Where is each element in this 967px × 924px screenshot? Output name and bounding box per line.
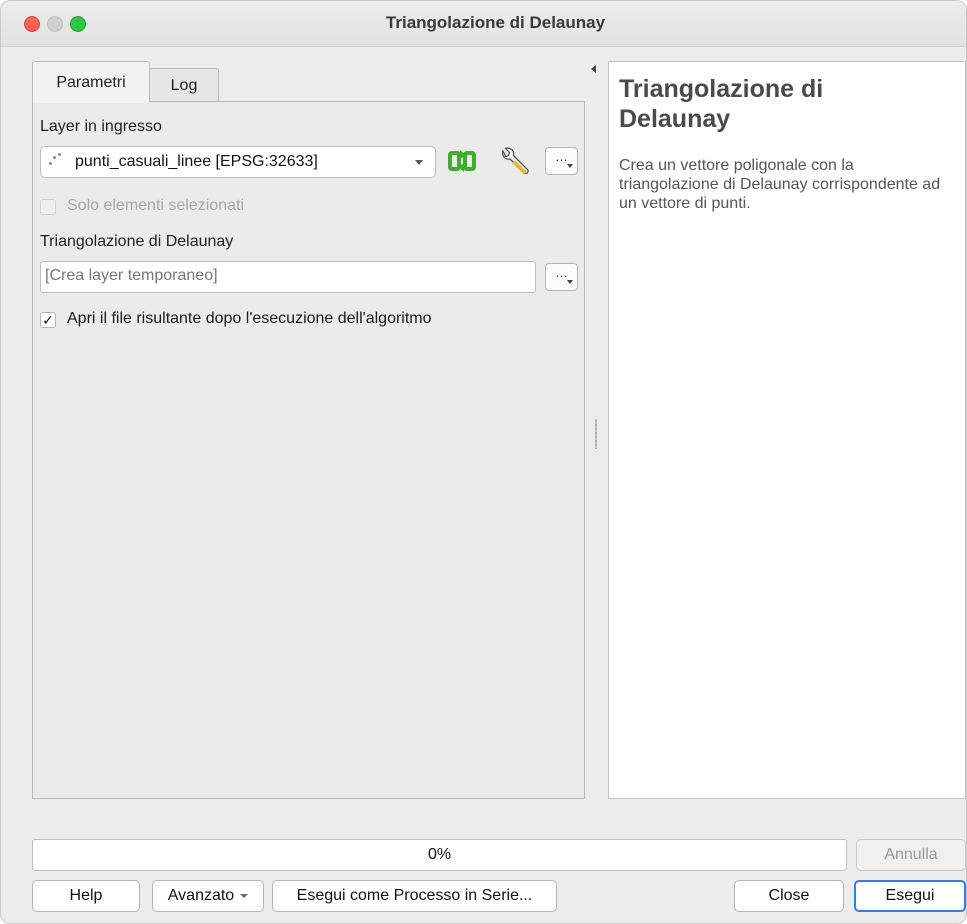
window-title: Triangolazione di Delaunay bbox=[385, 13, 606, 32]
selected-only-label: Solo elementi selezionati bbox=[67, 197, 244, 214]
progress-text: 0% bbox=[427, 846, 452, 863]
checkmark-icon: ✓ bbox=[42, 312, 54, 328]
input-layer-value: punti_casuali_linee [EPSG:32633] bbox=[75, 153, 318, 170]
batch-process-button[interactable]: Esegui come Processo in Serie... bbox=[272, 880, 557, 912]
annulla-button[interactable]: Annulla bbox=[856, 839, 966, 871]
panel-splitter-handle[interactable] bbox=[595, 419, 597, 449]
input-layer-browse-button[interactable]: … bbox=[545, 147, 578, 175]
tab-log-label: Log bbox=[170, 76, 198, 94]
output-browse-button[interactable]: … bbox=[545, 263, 578, 291]
dialog-window: Triangolazione di Delaunay Parametri Log… bbox=[0, 0, 967, 924]
collapse-help-arrow-icon[interactable] bbox=[591, 65, 596, 73]
help-panel: Triangolazione di Delaunay Crea un vetto… bbox=[608, 61, 966, 799]
help-description: Crea un vettore poligonale con la triang… bbox=[619, 157, 941, 212]
output-destination-field[interactable]: [Crea layer temporaneo] bbox=[40, 261, 536, 293]
batch-process-label: Esegui come Processo in Serie... bbox=[296, 887, 533, 904]
title-bar: Triangolazione di Delaunay bbox=[1, 1, 966, 47]
output-placeholder: [Crea layer temporaneo] bbox=[45, 267, 218, 284]
avanzato-label: Avanzato bbox=[167, 887, 235, 904]
close-label: Close bbox=[768, 887, 810, 904]
parameters-panel: Layer in ingresso punti_casuali_linee [E… bbox=[32, 101, 585, 799]
annulla-label: Annulla bbox=[884, 846, 938, 863]
tab-log[interactable]: Log bbox=[149, 68, 219, 102]
input-layer-combobox[interactable]: punti_casuali_linee [EPSG:32633] bbox=[40, 146, 436, 178]
point-layer-icon bbox=[47, 153, 61, 169]
chevron-down-icon bbox=[240, 893, 249, 898]
help-button[interactable]: Help bbox=[32, 880, 140, 912]
browse-dots-label-2: … bbox=[555, 265, 568, 280]
tab-parametri[interactable]: Parametri bbox=[32, 61, 150, 103]
help-title: Triangolazione di Delaunay bbox=[619, 75, 824, 133]
tab-parametri-label: Parametri bbox=[56, 73, 126, 91]
esegui-label: Esegui bbox=[885, 887, 935, 904]
output-label: Triangolazione di Delaunay bbox=[40, 233, 234, 250]
browse-dots-label: … bbox=[555, 149, 568, 164]
esegui-button[interactable]: Esegui bbox=[854, 880, 966, 912]
selected-only-checkbox[interactable] bbox=[40, 199, 56, 215]
help-button-label: Help bbox=[69, 887, 103, 904]
chevron-down-icon bbox=[415, 160, 423, 165]
wrench-icon[interactable] bbox=[497, 145, 529, 175]
avanzato-button[interactable]: Avanzato bbox=[152, 880, 264, 912]
progress-bar: 0% bbox=[32, 839, 847, 871]
iterate-refresh-icon[interactable] bbox=[447, 146, 477, 176]
close-button[interactable]: Close bbox=[734, 880, 844, 912]
input-layer-label: Layer in ingresso bbox=[40, 118, 162, 135]
dropdown-arrow-icon bbox=[567, 164, 573, 168]
dropdown-arrow-icon bbox=[567, 280, 573, 284]
open-output-checkbox[interactable]: ✓ bbox=[40, 312, 56, 328]
open-output-label: Apri il file risultante dopo l'esecuzion… bbox=[67, 310, 432, 327]
